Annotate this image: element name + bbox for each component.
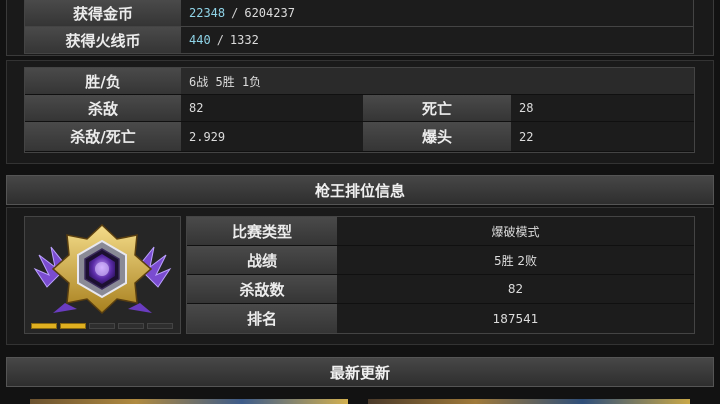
rank-badge-box xyxy=(24,216,181,334)
ranked-info-table: 比赛类型 爆破模式 战绩 5胜 2败 杀敌数 82 排名 187541 xyxy=(186,216,695,334)
combat-stats-table: 胜/负 6战 5胜 1负 杀敌 82 死亡 28 杀敌/死亡 2.929 爆头 … xyxy=(24,67,695,153)
ranked-section-header: 枪王排位信息 xyxy=(6,175,714,205)
deaths-label: 死亡 xyxy=(363,95,511,121)
win-loss-row: 胜/负 6战 5胜 1负 xyxy=(25,68,694,95)
record-label: 战绩 xyxy=(187,246,337,274)
gold-earned: 22348 xyxy=(189,6,226,20)
gold-row: 获得金币 22348 / 6204237 xyxy=(24,0,694,27)
update-thumbnail[interactable] xyxy=(30,399,348,404)
headshots-label: 爆头 xyxy=(363,122,511,151)
win-loss-value: 6战 5胜 1负 xyxy=(181,68,694,94)
fire-coin-value-cell: 440 / 1332 xyxy=(181,27,693,53)
fire-coin-separator: / xyxy=(216,33,224,47)
kills-value: 82 xyxy=(181,95,363,121)
ranked-row: 排名 187541 xyxy=(187,304,694,333)
fire-coin-label: 获得火线币 xyxy=(25,27,181,53)
gold-label: 获得金币 xyxy=(25,0,181,26)
kill-count-value: 82 xyxy=(337,275,694,303)
updates-section-header: 最新更新 xyxy=(6,357,714,387)
kills-label: 杀敌 xyxy=(25,95,181,121)
gold-total: 6204237 xyxy=(244,6,295,20)
ranked-row: 战绩 5胜 2败 xyxy=(187,246,694,275)
deaths-value: 28 xyxy=(511,95,694,121)
rank-label: 排名 xyxy=(187,304,337,333)
rank-emblem-icon xyxy=(33,223,172,315)
rank-progress-pip-empty xyxy=(147,323,173,329)
win-loss-label: 胜/负 xyxy=(25,68,181,94)
match-type-value: 爆破模式 xyxy=(337,217,694,245)
kd-label: 杀敌/死亡 xyxy=(25,122,181,151)
match-type-label: 比赛类型 xyxy=(187,217,337,245)
fire-coin-total: 1332 xyxy=(229,33,259,47)
kd-headshot-row: 杀敌/死亡 2.929 爆头 22 xyxy=(25,122,694,152)
fire-coin-row: 获得火线币 440 / 1332 xyxy=(24,27,694,54)
gold-value-cell: 22348 / 6204237 xyxy=(181,0,693,26)
rank-progress-pip-filled xyxy=(60,323,86,329)
kills-deaths-row: 杀敌 82 死亡 28 xyxy=(25,95,694,122)
update-thumbnail[interactable] xyxy=(368,399,690,404)
headshots-value: 22 xyxy=(511,122,694,151)
kd-value: 2.929 xyxy=(181,122,363,151)
rank-progress-pip-filled xyxy=(31,323,57,329)
gold-separator: / xyxy=(231,6,239,20)
ranked-row: 比赛类型 爆破模式 xyxy=(187,217,694,246)
rank-progress-pip-empty xyxy=(118,323,144,329)
fire-coin-earned: 440 xyxy=(189,33,211,47)
ranked-row: 杀敌数 82 xyxy=(187,275,694,304)
kill-count-label: 杀敌数 xyxy=(187,275,337,303)
rank-value: 187541 xyxy=(337,304,694,333)
rank-progress-pip-empty xyxy=(89,323,115,329)
record-value: 5胜 2败 xyxy=(337,246,694,274)
